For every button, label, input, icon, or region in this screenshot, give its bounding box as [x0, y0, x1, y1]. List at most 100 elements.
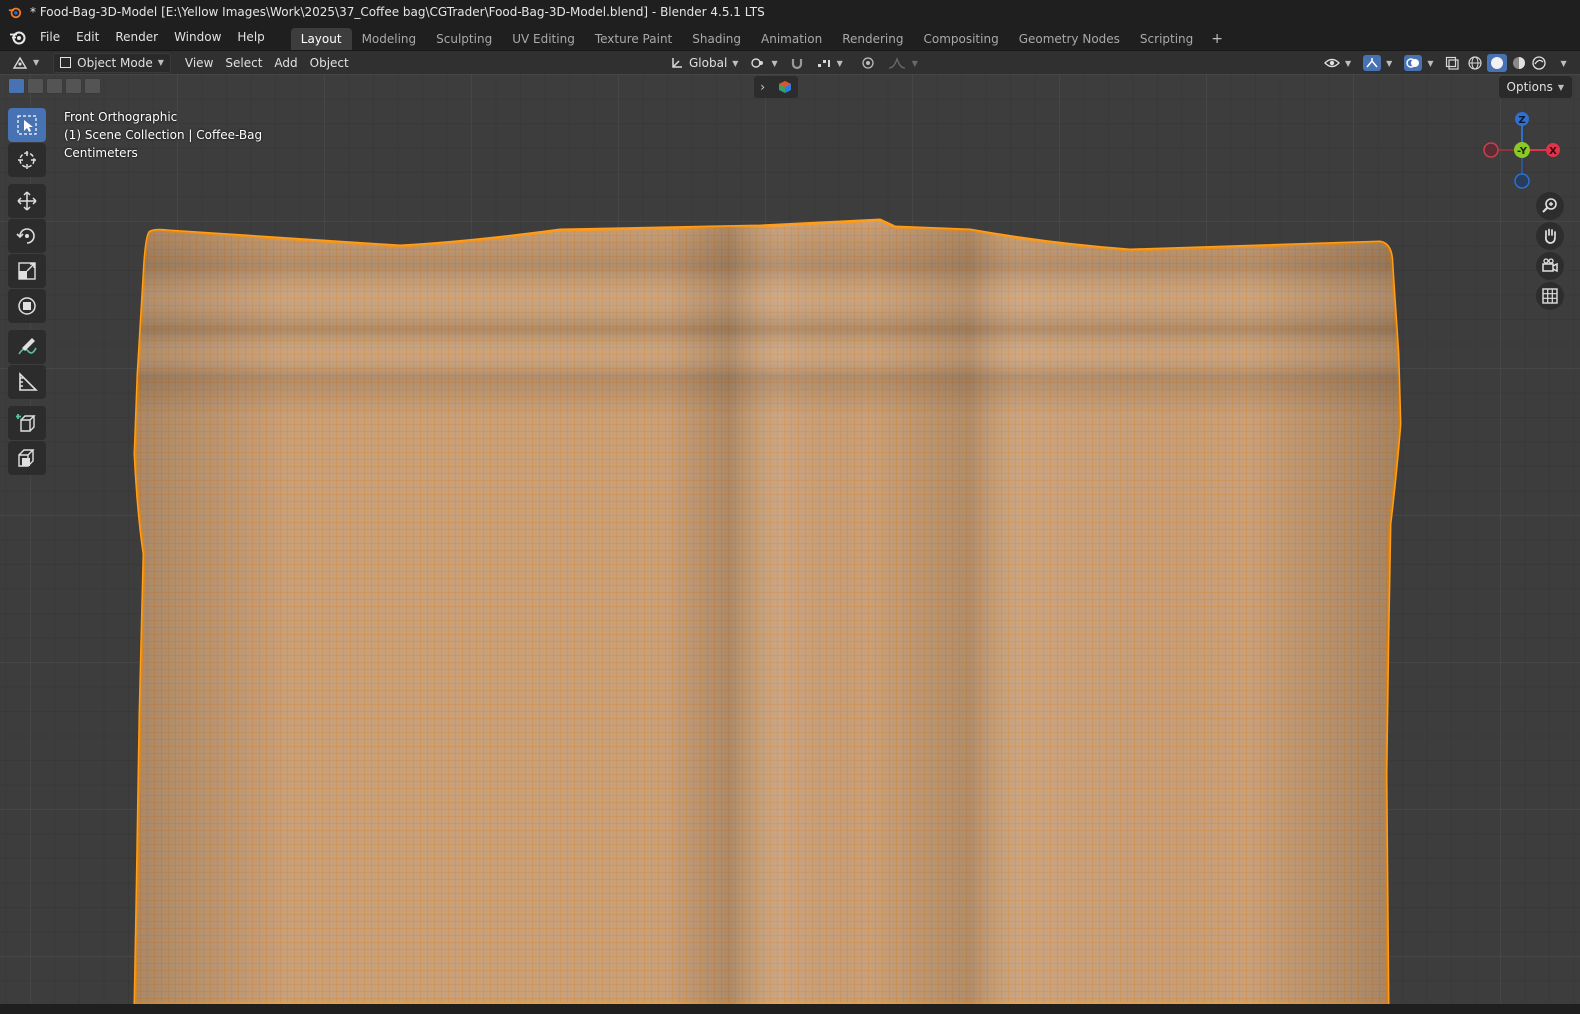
- scale-tool[interactable]: [8, 254, 46, 288]
- view-name: Front Orthographic: [64, 110, 178, 124]
- select-subtract-icon[interactable]: [46, 78, 63, 94]
- gizmo-x-label: X: [1549, 146, 1557, 157]
- menu-view[interactable]: View: [179, 53, 219, 73]
- tab-shading[interactable]: Shading: [682, 28, 751, 50]
- editor-type-button[interactable]: ▼: [6, 53, 45, 73]
- shading-options-dropdown[interactable]: ▼: [1549, 53, 1572, 73]
- orientation-dropdown[interactable]: Global ▼: [664, 53, 744, 73]
- menu-add[interactable]: Add: [268, 53, 303, 73]
- ruler-icon: [19, 372, 38, 391]
- menu-select[interactable]: Select: [219, 53, 268, 73]
- status-bar: [0, 1004, 1580, 1014]
- rotate-tool[interactable]: [8, 219, 46, 253]
- chevron-down-icon: ▼: [33, 58, 40, 67]
- tab-sculpting[interactable]: Sculpting: [426, 28, 502, 50]
- menu-help[interactable]: Help: [229, 26, 272, 48]
- add-cube-icon: [16, 414, 36, 432]
- orientation-label: Global: [689, 56, 728, 70]
- select-box-tool[interactable]: [8, 108, 46, 142]
- visibility-dropdown[interactable]: ▼: [1318, 53, 1357, 73]
- collection-info: (1) Scene Collection | Coffee-Bag: [64, 128, 263, 142]
- gizmo-z-label: Z: [1518, 115, 1525, 126]
- proportional-edit-icon: [862, 57, 874, 69]
- navigation-buttons: [1536, 192, 1566, 312]
- move-tool[interactable]: [8, 184, 46, 218]
- shading-solid-button[interactable]: [1485, 53, 1509, 73]
- tab-animation[interactable]: Animation: [751, 28, 832, 50]
- transform-icon: [18, 297, 36, 315]
- bag-seal-shading: [135, 220, 1400, 1004]
- add-cube-tool[interactable]: [8, 406, 46, 440]
- blender-logo-icon: [8, 7, 22, 19]
- xray-toggle[interactable]: [1439, 53, 1465, 73]
- shading-wireframe-button[interactable]: [1465, 53, 1485, 73]
- chevron-down-icon: ▼: [732, 58, 739, 68]
- gizmo-neg-z-icon[interactable]: [1514, 173, 1530, 189]
- rendered-sphere-icon: [1532, 56, 1547, 70]
- top-bar: File Edit Render Window Help Layout Mode…: [0, 24, 1580, 50]
- tab-uv-editing[interactable]: UV Editing: [502, 28, 585, 50]
- select-new-icon[interactable]: [8, 78, 25, 94]
- options-label: Options: [1506, 80, 1553, 94]
- rotate-icon: [16, 228, 35, 244]
- gizmo-neg-x-icon[interactable]: [1483, 142, 1499, 158]
- select-extend-icon[interactable]: [27, 78, 44, 94]
- gizmo-toggle[interactable]: ▼: [1357, 53, 1398, 73]
- gizmo-y-label: -Y: [1517, 146, 1528, 157]
- viewport-header: ▼ Object Mode ▼ View Select Add Object G…: [0, 50, 1580, 74]
- overlays-toggle[interactable]: ▼: [1398, 53, 1439, 73]
- toolbar-toggle[interactable]: ›: [754, 76, 798, 98]
- 3d-viewport[interactable]: › Options ▼ Front Orthographic (1) Scene…: [0, 74, 1580, 1004]
- select-intersect-icon[interactable]: [84, 78, 101, 94]
- wireframe-sphere-icon: [1468, 56, 1483, 70]
- chevron-down-icon: ▼: [1345, 58, 1352, 68]
- units-label: Centimeters: [64, 146, 138, 160]
- menu-edit[interactable]: Edit: [68, 26, 107, 48]
- zoom-button[interactable]: [1536, 192, 1564, 220]
- window-title: * Food-Bag-3D-Model [E:\Yellow Images\Wo…: [30, 5, 765, 19]
- hand-icon: [1544, 228, 1556, 244]
- tab-texture-paint[interactable]: Texture Paint: [585, 28, 682, 50]
- annotate-tool[interactable]: [8, 330, 46, 364]
- menu-window[interactable]: Window: [166, 26, 229, 48]
- menu-render[interactable]: Render: [107, 26, 166, 48]
- tab-compositing[interactable]: Compositing: [913, 28, 1008, 50]
- coffee-bag-mesh[interactable]: [0, 74, 1580, 1004]
- object-mode-icon: [60, 57, 72, 68]
- proportional-edit-toggle[interactable]: [855, 53, 881, 73]
- chevron-down-icon: ▼: [1386, 58, 1393, 68]
- tab-scripting[interactable]: Scripting: [1130, 28, 1203, 50]
- blender-menu-icon[interactable]: [4, 24, 32, 50]
- menu-file[interactable]: File: [32, 26, 68, 48]
- mode-dropdown[interactable]: Object Mode ▼: [53, 52, 171, 73]
- camera-view-button[interactable]: [1536, 252, 1564, 280]
- perspective-toggle-button[interactable]: [1536, 282, 1564, 310]
- navigation-gizmo[interactable]: Z X -Y: [1480, 108, 1570, 198]
- cursor-arrow-icon: [17, 115, 37, 135]
- tab-modeling[interactable]: Modeling: [352, 28, 427, 50]
- tab-layout[interactable]: Layout: [290, 28, 352, 50]
- 3d-cursor-icon: [18, 151, 36, 169]
- measure-tool[interactable]: [8, 365, 46, 399]
- chevron-down-icon: ▼: [1557, 82, 1564, 92]
- pivot-dropdown[interactable]: ▼: [744, 53, 783, 73]
- transform-orientation-icon: [672, 58, 682, 68]
- transform-tool[interactable]: [8, 289, 46, 323]
- object-data-tool[interactable]: [8, 441, 46, 475]
- falloff-dropdown[interactable]: ▼: [881, 53, 924, 73]
- select-invert-icon[interactable]: [65, 78, 82, 94]
- cursor-tool[interactable]: [8, 143, 46, 177]
- tab-geometry-nodes[interactable]: Geometry Nodes: [1009, 28, 1130, 50]
- options-dropdown[interactable]: Options ▼: [1498, 76, 1572, 98]
- shading-material-button[interactable]: [1509, 53, 1529, 73]
- add-workspace-button[interactable]: +: [1203, 28, 1231, 50]
- chevron-down-icon: ▼: [157, 58, 164, 67]
- overlays-icon: [1404, 55, 1423, 71]
- solid-sphere-icon: [1487, 54, 1508, 72]
- shading-rendered-button[interactable]: [1529, 53, 1549, 73]
- snap-toggle[interactable]: [784, 53, 810, 73]
- menu-object[interactable]: Object: [304, 53, 355, 73]
- tab-rendering[interactable]: Rendering: [832, 28, 913, 50]
- snap-target-dropdown[interactable]: ▼: [810, 53, 849, 73]
- pan-button[interactable]: [1536, 222, 1564, 250]
